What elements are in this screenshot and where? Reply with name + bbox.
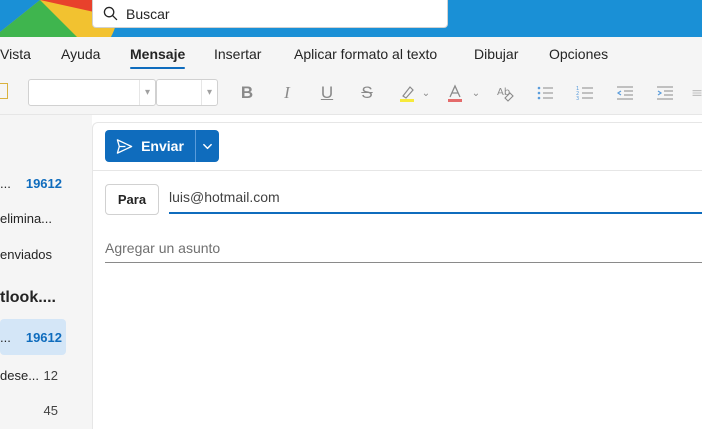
folder-item-other[interactable]: 45 [0,392,66,428]
search-icon [103,6,118,21]
highlight-icon[interactable] [396,82,418,104]
italic-icon[interactable]: I [276,82,298,104]
subject-input[interactable]: Agregar un asunto [105,238,702,263]
send-icon [116,138,133,154]
clear-format-icon[interactable]: Ab [494,82,516,104]
tab-vista[interactable]: Vista [0,46,31,62]
folder-name: enviados [0,246,53,262]
search-box[interactable]: Buscar [92,0,448,28]
chevron-down-icon [203,143,212,149]
account-group-title[interactable]: tlook.... [0,289,56,307]
tab-opciones[interactable]: Opciones [549,46,608,62]
send-label: Enviar [141,138,184,154]
ribbon-tabs: Vista Ayuda Mensaje Insertar Aplicar for… [0,37,702,71]
increase-indent-icon[interactable] [654,82,676,104]
font-family-select[interactable]: ▾ [28,79,156,106]
tab-mensaje[interactable]: Mensaje [130,46,186,69]
to-button[interactable]: Para [105,184,159,215]
folder-name: elimina... [0,210,53,226]
unread-count: 12 [43,367,58,383]
chevron-down-icon[interactable]: ⌄ [420,82,432,104]
tab-insertar[interactable]: Insertar [214,46,261,62]
chevron-down-icon: ▾ [201,80,217,105]
folder-item-deleted[interactable]: elimina... [0,200,66,236]
search-placeholder: Buscar [126,5,170,22]
folder-name: dese... [0,367,40,383]
folder-item-sent[interactable]: enviados [0,236,66,272]
send-button[interactable]: Enviar [105,130,195,162]
folder-name: ... [0,175,11,191]
svg-text:3: 3 [576,96,579,102]
unread-count: 19612 [25,329,62,345]
send-options-dropdown[interactable] [195,130,219,162]
folder-name: ... [0,329,11,345]
bullet-list-icon[interactable] [534,82,556,104]
unread-count: 19612 [25,175,62,191]
font-color-icon[interactable] [444,82,466,104]
font-size-select[interactable]: ▾ [156,79,218,106]
tab-ayuda[interactable]: Ayuda [61,46,100,62]
send-split-button: Enviar [105,130,219,162]
folder-item-inbox[interactable]: ... 19612 [0,165,66,201]
svg-text:Ab: Ab [497,87,510,98]
folder-item-junk[interactable]: dese... 12 [0,357,66,393]
format-toolbar: ▾ ▾ B I U S ⌄ ⌄ Ab 123 [0,71,702,115]
folder-pane: ... 19612 elimina... enviados tlook.... … [0,115,92,429]
tab-aplicar-formato[interactable]: Aplicar formato al texto [294,46,437,62]
to-input[interactable]: luis@hotmail.com [169,186,702,214]
bold-icon[interactable]: B [236,82,258,104]
chevron-down-icon[interactable]: ⌄ [470,82,482,104]
numbered-list-icon[interactable]: 123 [574,82,596,104]
top-banner: Buscar [0,0,702,37]
compose-pane: Enviar Para luis@hotmail.com Agregar un … [92,122,702,429]
underline-icon[interactable]: U [316,82,338,104]
folder-item-inbox-selected[interactable]: ... 19612 [0,319,66,355]
unread-count: 45 [43,402,58,418]
divider [93,170,702,171]
chevron-down-icon: ▾ [139,80,155,105]
clipboard-icon[interactable] [0,83,8,99]
strikethrough-icon[interactable]: S [356,82,378,104]
decrease-indent-icon[interactable] [614,82,636,104]
more-tools-icon[interactable] [692,82,702,104]
tab-dibujar[interactable]: Dibujar [474,46,518,62]
